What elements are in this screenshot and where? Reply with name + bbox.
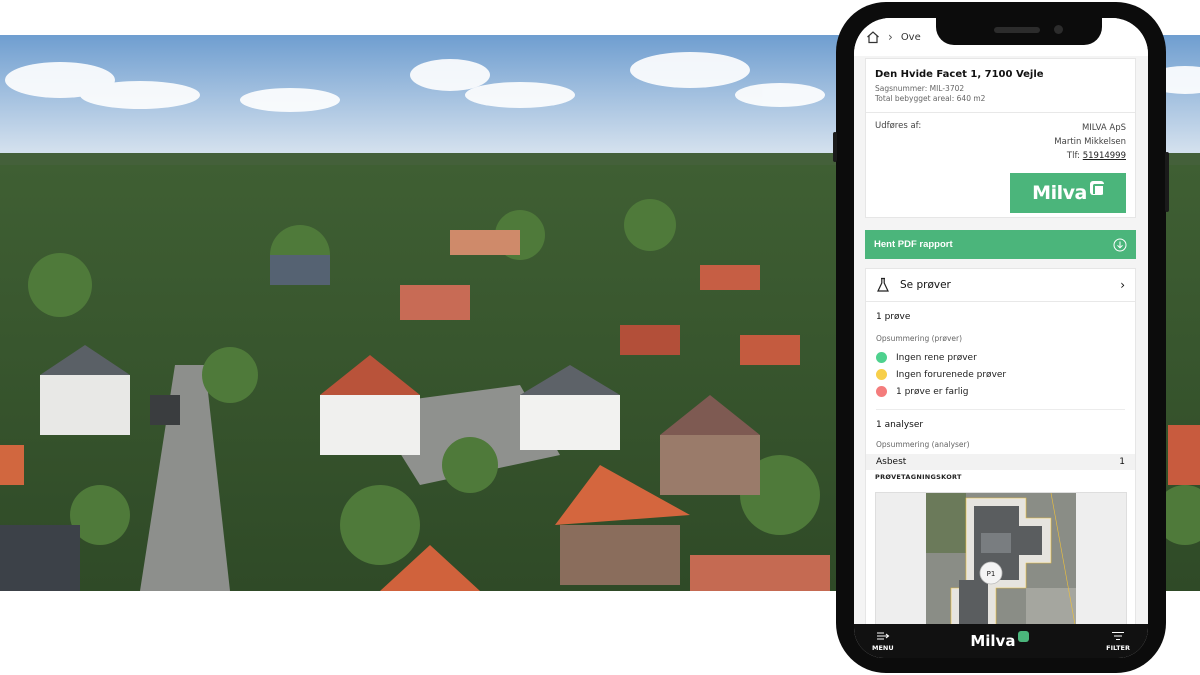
legend-label: 1 prøve er farlig [896, 386, 969, 397]
analyses-count: 1 analyser [876, 420, 924, 430]
chevron-right-icon: › [1120, 278, 1125, 292]
sample-count: 1 prøve [876, 312, 911, 322]
divider [866, 112, 1135, 113]
chevron-right-icon: › [888, 30, 893, 44]
menu-icon [876, 631, 890, 640]
yellow-dot-icon [876, 369, 887, 380]
filter-icon [1112, 631, 1125, 640]
footer-logo: Milva [970, 631, 1030, 650]
house-logo-icon [1089, 181, 1105, 195]
breadcrumb-current[interactable]: Ove [901, 32, 921, 43]
legend-label: Ingen forurenede prøver [896, 369, 1007, 380]
person-name: Martin Mikkelsen [1054, 137, 1126, 147]
samples-summary-label: Opsummering (prøver) [876, 334, 963, 343]
green-dot-icon [876, 352, 887, 363]
red-dot-icon [876, 386, 887, 397]
camera [1054, 25, 1063, 34]
company-name: MILVA ApS [1081, 123, 1126, 133]
legend-label: Ingen rene prøver [896, 352, 977, 363]
analysis-row: Asbest 1 [866, 454, 1135, 470]
performed-by-label: Udføres af: [875, 121, 922, 131]
menu-button[interactable]: MENU [872, 631, 894, 652]
download-icon [1113, 238, 1127, 251]
download-pdf-button[interactable]: Hent PDF rapport [865, 230, 1136, 259]
milva-logo: Milva [1010, 173, 1126, 213]
filter-label: FILTER [1106, 643, 1130, 652]
house-logo-icon [1018, 631, 1030, 642]
footer-logo-text: Milva [970, 632, 1016, 650]
see-samples-label: Se prøver [900, 279, 951, 291]
case-number: Sagsnummer: MIL-3702 [875, 84, 965, 93]
sample-marker[interactable]: P1 [987, 570, 996, 578]
phone-screen: › Ove Den Hvide Facet 1, 7100 Vejle Sags… [854, 18, 1148, 658]
flask-icon [877, 277, 889, 292]
phone-label: Tlf: [1066, 151, 1081, 161]
samples-legend: Ingen rene prøver Ingen forurenede prøve… [866, 343, 1135, 400]
analysis-value: 1 [1119, 457, 1125, 467]
sampling-map[interactable]: P1 [875, 492, 1127, 624]
samples-card: Se prøver › 1 prøve Opsummering (prøver)… [865, 268, 1136, 624]
map-label: PRØVETAGNINGSKORT [875, 473, 962, 481]
case-address: Den Hvide Facet 1, 7100 Vejle [875, 69, 1044, 80]
phone-side-button [833, 132, 837, 162]
case-info-card: Den Hvide Facet 1, 7100 Vejle Sagsnummer… [865, 58, 1136, 218]
menu-label: MENU [872, 643, 894, 652]
content-scroll[interactable]: Den Hvide Facet 1, 7100 Vejle Sagsnummer… [854, 56, 1148, 624]
logo-text: Milva [1032, 182, 1087, 204]
download-pdf-label: Hent PDF rapport [874, 239, 953, 250]
phone-power-button [1165, 152, 1169, 212]
phone-mockup: › Ove Den Hvide Facet 1, 7100 Vejle Sags… [833, 2, 1169, 673]
case-area: Total bebygget areal: 640 m2 [875, 94, 986, 103]
see-samples-row[interactable]: Se prøver › [866, 269, 1135, 302]
filter-button[interactable]: FILTER [1106, 631, 1130, 652]
phone-notch [936, 18, 1102, 45]
phone-link[interactable]: 51914999 [1083, 151, 1126, 161]
legend-item: Ingen rene prøver [876, 349, 1125, 366]
analyses-summary-label: Opsummering (analyser) [876, 440, 970, 449]
bottom-nav: MENU Milva FILTER [854, 624, 1148, 658]
home-icon[interactable] [866, 30, 880, 44]
legend-item: Ingen forurenede prøver [876, 366, 1125, 383]
analysis-name: Asbest [876, 457, 907, 467]
speaker [994, 27, 1040, 33]
legend-item: 1 prøve er farlig [876, 383, 1125, 400]
